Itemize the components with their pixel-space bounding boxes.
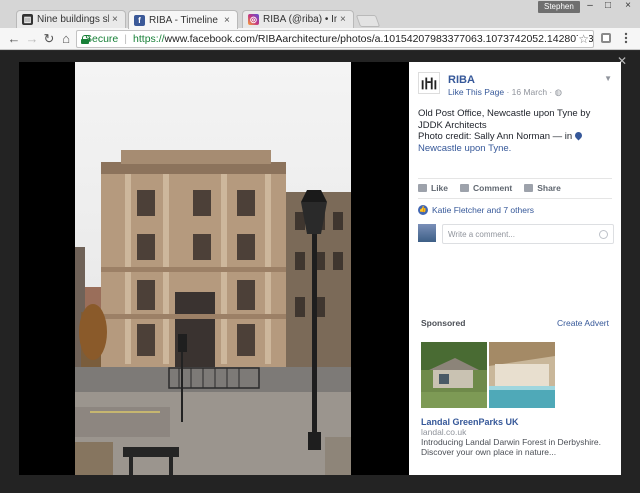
divider [418,198,612,199]
arrow-right-icon: → [25,31,39,46]
divider [418,178,612,179]
post-meta: Like This Page · 16 March · ◍ [448,87,562,98]
tab-label: Nine buildings shortliste [37,14,109,25]
chevron-down-icon[interactable]: ▼ [604,74,612,83]
comment-button[interactable]: Comment [460,183,512,193]
tab-riba-instagram[interactable]: ◎ RIBA (@riba) • Instagram × [242,10,354,28]
building-photo[interactable] [75,62,351,475]
like-button[interactable]: Like [418,183,448,193]
close-window-button[interactable]: × [620,0,636,12]
menu-dots-icon[interactable] [620,32,632,44]
reload-button[interactable]: ↻ [41,31,57,47]
back-button[interactable]: ← [6,31,22,47]
avatar [418,224,436,242]
profile-button[interactable]: Stephen [538,1,580,13]
extension-icon[interactable] [600,32,612,44]
create-advert-link[interactable]: Create Advert [557,318,609,328]
minimize-button[interactable]: – [582,0,598,12]
sponsored-label: Sponsored [421,318,466,328]
url-text: www.facebook.com/RIBAarchitecture/photos… [164,33,594,45]
ad-image-pool[interactable] [489,342,555,408]
location-pin-icon [573,130,584,141]
ad-image-lodge[interactable] [421,342,487,408]
post-date: · 16 March · [504,87,555,97]
ad-title[interactable]: Landal GreenParks UK [421,417,519,427]
tab-nine-buildings[interactable]: ▥ Nine buildings shortliste × [16,10,126,28]
tab-label: RIBA - Timeline [149,14,218,26]
bookmark-star-icon[interactable]: ☆ [578,32,589,46]
likes-summary[interactable]: 👍 Katie Fletcher and 7 others [418,205,534,215]
tab-close-icon[interactable]: × [340,14,348,25]
maximize-button[interactable]: □ [600,0,616,12]
like-reaction-icon: 👍 [418,205,428,215]
share-icon [524,184,534,192]
camera-icon[interactable] [599,230,608,239]
thumbs-up-icon [418,184,427,192]
caption-credit: Photo credit: Sally Ann Norman — inNewca… [418,130,614,154]
globe-icon: ◍ [554,87,563,97]
building-favicon-icon: ▥ [22,14,33,25]
instagram-favicon-icon: ◎ [248,14,259,25]
photo-credit: Photo credit: Sally Ann Norman — in [418,131,573,142]
riba-logo-icon[interactable] [418,72,440,94]
comment-placeholder: Write a comment... [448,230,515,239]
tab-close-icon[interactable]: × [224,15,232,26]
facebook-favicon-icon: f [134,14,145,26]
tab-label: RIBA (@riba) • Instagram [263,14,337,25]
ad-description: Introducing Landal Darwin Forest in Derb… [421,437,602,457]
tab-close-icon[interactable]: × [112,14,120,25]
forward-button[interactable]: → [24,31,40,47]
home-button[interactable]: ⌂ [58,31,74,47]
url-scheme: https:// [133,33,165,45]
new-tab-button[interactable] [355,15,381,27]
comment-icon [460,184,470,192]
ad-url[interactable]: landal.co.uk [421,427,466,437]
location-link[interactable]: Newcastle upon Tyne. [418,143,511,154]
address-bar[interactable]: Secure | https://www.facebook.com/RIBAar… [76,30,594,48]
browser-toolbar: ← → ↻ ⌂ Secure | https://www.facebook.co… [0,28,640,50]
post-caption: Old Post Office, Newcastle upon Tyne by … [418,108,614,154]
comment-input[interactable]: Write a comment... [442,224,614,244]
tab-riba-timeline[interactable]: f RIBA - Timeline × [128,10,238,29]
likes-text: Katie Fletcher and 7 others [432,205,535,215]
post-actions: Like Comment Share [418,183,561,193]
browser-titlebar: ▥ Nine buildings shortliste × f RIBA - T… [0,0,640,29]
comment-composer: Write a comment... [418,224,614,244]
like-page-link[interactable]: Like This Page [448,87,504,97]
share-button[interactable]: Share [524,183,561,193]
arrow-left-icon: ← [7,31,21,46]
photo-info-panel: RIBA Like This Page · 16 March · ◍ ▼ Old… [409,62,621,475]
page-name[interactable]: RIBA [448,74,475,86]
caption-title: Old Post Office, Newcastle upon Tyne by … [418,108,591,131]
reload-icon: ↻ [43,31,55,46]
home-icon: ⌂ [62,31,70,46]
